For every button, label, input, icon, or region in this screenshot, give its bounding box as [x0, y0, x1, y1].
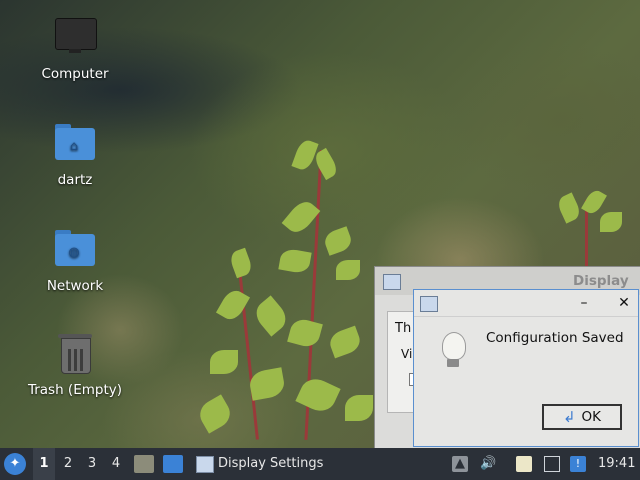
notification-icon[interactable]: !: [570, 456, 586, 472]
clipboard-icon[interactable]: [516, 456, 532, 472]
workspace-4-button[interactable]: 4: [105, 448, 127, 480]
window-app-icon: [383, 274, 401, 290]
enter-arrow-icon: ↲: [562, 407, 576, 426]
trash-icon: [53, 332, 97, 376]
ok-button[interactable]: ↲ OK: [542, 404, 622, 430]
desktop-icon-label: Network: [46, 278, 104, 294]
configuration-saved-dialog[interactable]: – ✕ Configuration Saved ↲ OK: [413, 289, 639, 447]
dialog-message: Configuration Saved: [486, 330, 624, 346]
display-settings-task-icon: [196, 456, 214, 473]
taskbar: ✦ 1 2 3 4 Display Settings ▲ 🔊 ! 19:41: [0, 448, 640, 480]
taskbar-clock[interactable]: 19:41: [598, 448, 635, 480]
file-manager-launcher-icon[interactable]: [134, 455, 154, 473]
task-title: Display Settings: [218, 456, 324, 471]
volume-icon[interactable]: 🔊: [480, 456, 496, 472]
close-button[interactable]: ✕: [614, 293, 634, 313]
desktop-icon-network[interactable]: ◍ Network: [25, 228, 125, 294]
workspace-2-button[interactable]: 2: [57, 448, 79, 480]
desktop-icon-trash[interactable]: Trash (Empty): [25, 332, 125, 398]
desktop-icon-dartz[interactable]: ⌂ dartz: [25, 122, 125, 188]
show-desktop-icon[interactable]: [163, 455, 183, 473]
desktop-icon-label: Trash (Empty): [27, 382, 123, 398]
settings-group-label: Vi: [401, 347, 413, 361]
network-status-icon[interactable]: [544, 456, 560, 472]
dialog-titlebar[interactable]: – ✕: [414, 290, 638, 317]
home-folder-icon: ⌂: [53, 122, 97, 166]
lightbulb-icon: [442, 332, 466, 360]
minimize-button[interactable]: –: [574, 293, 594, 313]
workspace-1-button[interactable]: 1: [33, 448, 55, 480]
desktop-icon-label: dartz: [57, 172, 93, 188]
tray-scroll-icon[interactable]: ▲: [452, 456, 468, 472]
settings-text: Th: [395, 321, 412, 336]
workspace-3-button[interactable]: 3: [81, 448, 103, 480]
network-folder-icon: ◍: [53, 228, 97, 272]
dialog-app-icon: [420, 296, 438, 312]
start-menu-button[interactable]: ✦: [4, 453, 26, 475]
taskbar-task-display-settings[interactable]: Display Settings: [192, 448, 340, 480]
ok-button-label: OK: [581, 409, 602, 425]
desktop-icon-label: Computer: [41, 66, 109, 82]
computer-icon: [53, 16, 97, 60]
lightbulb-base: [447, 359, 459, 367]
window-title: Display: [573, 273, 629, 289]
desktop-icon-computer[interactable]: Computer: [25, 16, 125, 82]
